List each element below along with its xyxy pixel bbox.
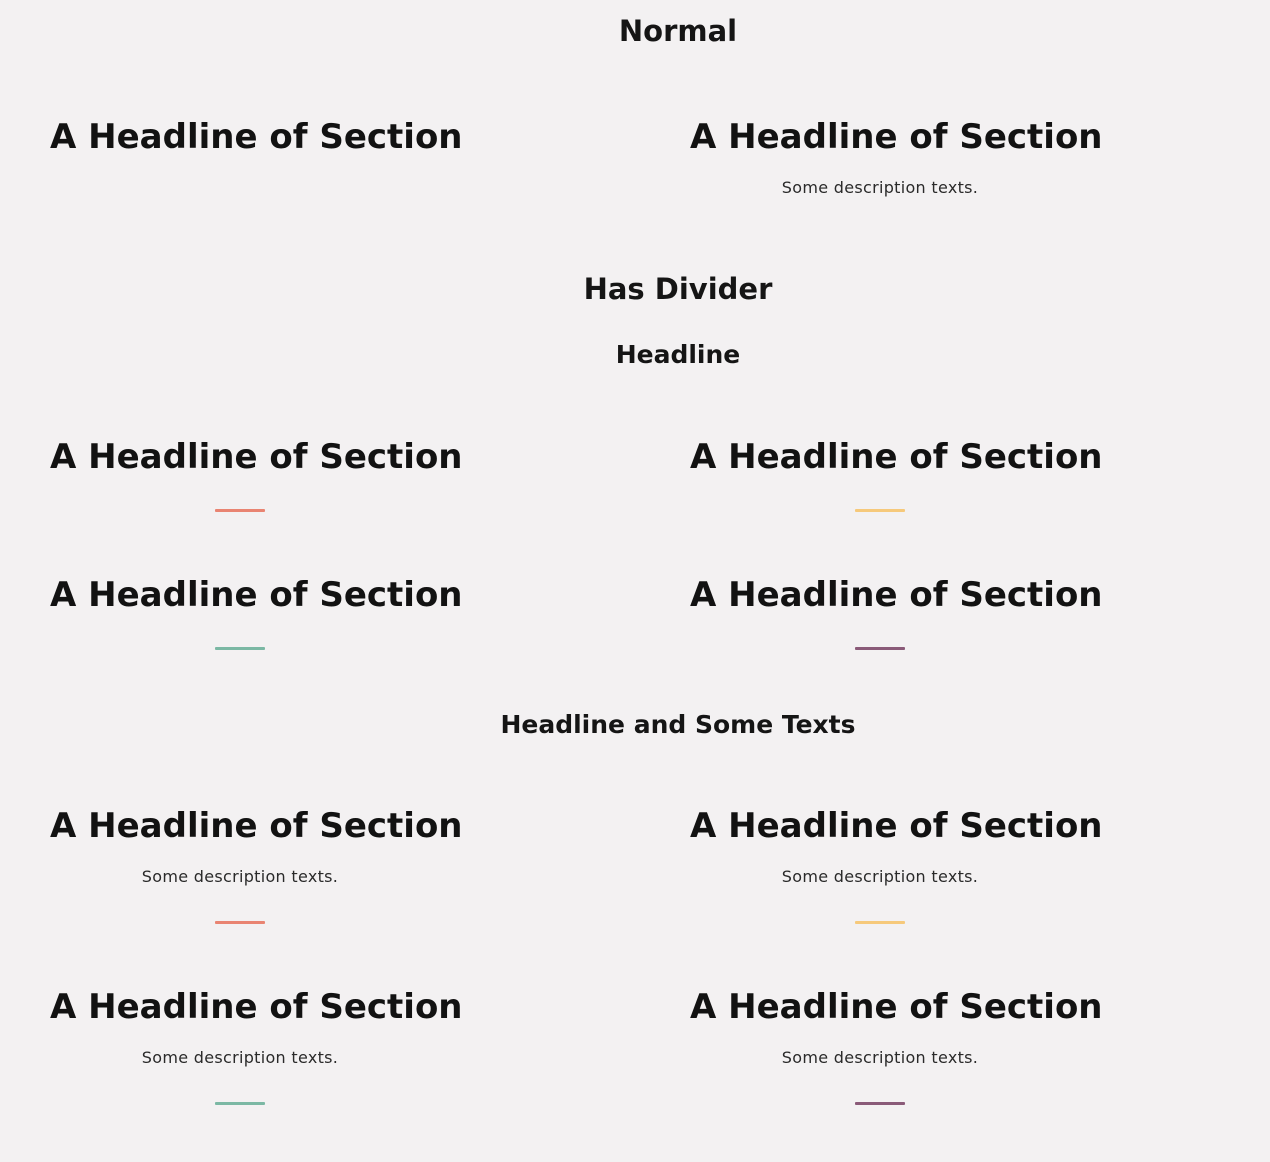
divider-yellow [855, 921, 905, 924]
section-headline: A Headline of Section [50, 575, 463, 615]
section-headline: A Headline of Section [690, 117, 1103, 157]
headline-subsection-title: Headline [615, 340, 741, 369]
section-headline: A Headline of Section [50, 437, 463, 477]
section-description: Some description texts. [781, 178, 979, 197]
divider-purple [855, 647, 905, 650]
divider-purple [855, 1102, 905, 1105]
section-headline: A Headline of Section [690, 987, 1103, 1027]
section-headline: A Headline of Section [50, 987, 463, 1027]
divider-green [215, 647, 265, 650]
section-headline: A Headline of Section [690, 437, 1103, 477]
section-description: Some description texts. [141, 1048, 339, 1067]
section-description: Some description texts. [781, 1048, 979, 1067]
divider-coral [215, 509, 265, 512]
section-description: Some description texts. [141, 867, 339, 886]
divider-coral [215, 921, 265, 924]
divider-yellow [855, 509, 905, 512]
normal-section-title: Normal [618, 14, 738, 48]
section-headline: A Headline of Section [690, 575, 1103, 615]
section-headline: A Headline of Section [50, 806, 463, 846]
divider-green [215, 1102, 265, 1105]
has-divider-section-title: Has Divider [583, 272, 773, 306]
headline-and-texts-subsection-title: Headline and Some Texts [500, 710, 856, 739]
section-headline: A Headline of Section [690, 806, 1103, 846]
section-description: Some description texts. [781, 867, 979, 886]
section-headline: A Headline of Section [50, 117, 463, 157]
